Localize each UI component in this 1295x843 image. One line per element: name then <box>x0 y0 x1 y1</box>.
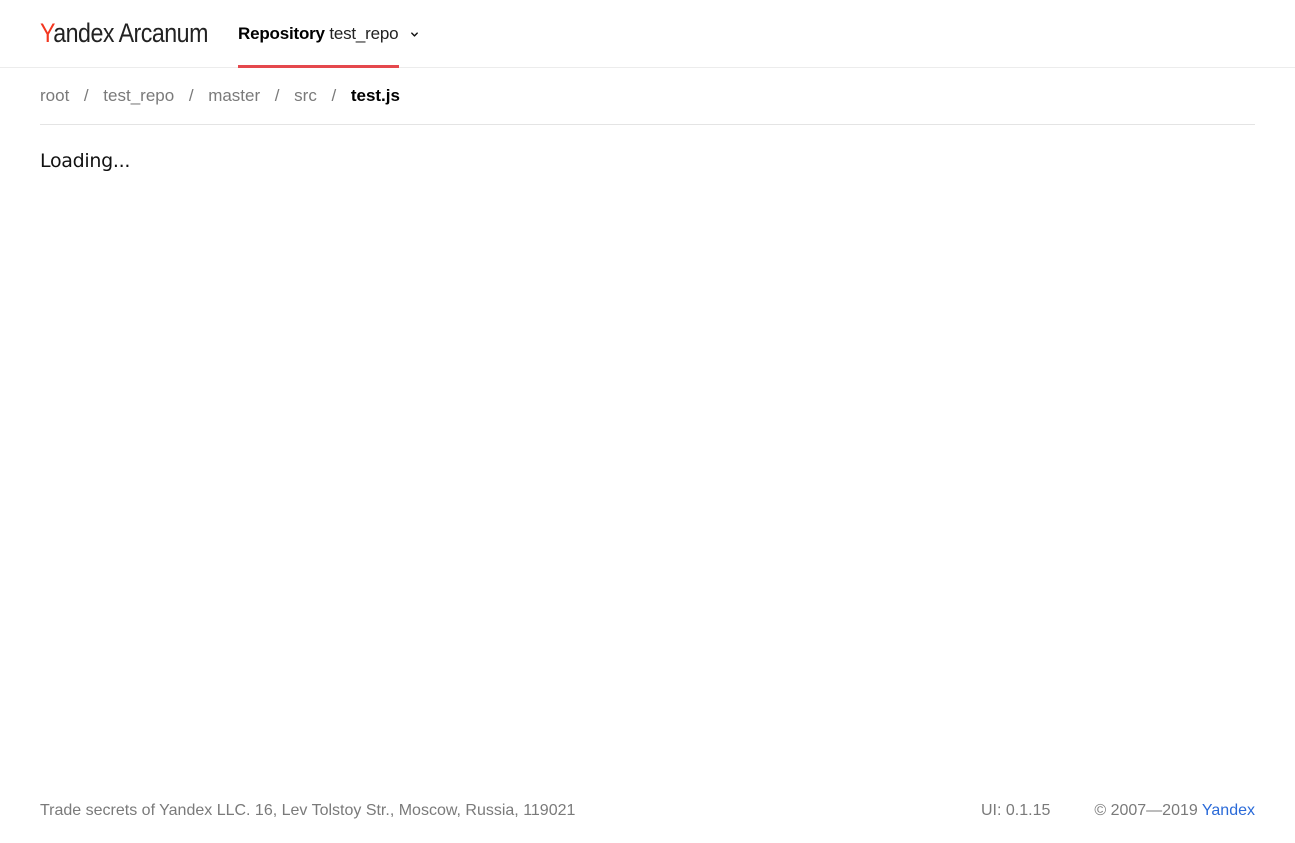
breadcrumb-item-test-repo[interactable]: test_repo <box>103 86 174 105</box>
repository-selector-text: Repository test_repo <box>238 23 399 45</box>
breadcrumb-separator: / <box>274 86 280 105</box>
repository-value: test_repo <box>329 24 399 43</box>
copyright-text: © 2007—2019 <box>1094 802 1198 819</box>
breadcrumb-item-src[interactable]: src <box>294 86 317 105</box>
active-tab-underline <box>238 65 399 68</box>
breadcrumb-separator: / <box>83 86 89 105</box>
chevron-down-icon <box>411 32 418 37</box>
logo-text: andex Arcanum <box>53 18 208 48</box>
app-header: Yandex Arcanum Repository test_repo <box>0 0 1295 68</box>
logo-letter: Y <box>40 18 54 48</box>
breadcrumb-item-root[interactable]: root <box>40 86 69 105</box>
repository-selector[interactable]: Repository test_repo <box>238 0 421 68</box>
yandex-link[interactable]: Yandex <box>1202 802 1255 819</box>
yandex-arcanum-logo[interactable]: Yandex Arcanum <box>40 17 208 49</box>
footer-legal-text: Trade secrets of Yandex LLC. 16, Lev Tol… <box>40 802 576 819</box>
breadcrumb-separator: / <box>188 86 194 105</box>
footer-copyright: © 2007—2019 Yandex <box>1094 801 1255 821</box>
breadcrumb-item-current-file: test.js <box>350 86 400 105</box>
footer-version: UI: 0.1.15 <box>981 802 1051 819</box>
repository-label: Repository <box>238 24 325 43</box>
breadcrumb-separator: / <box>331 86 337 105</box>
breadcrumb-divider <box>40 124 1255 125</box>
loading-status: Loading... <box>40 150 131 172</box>
breadcrumb-item-master[interactable]: master <box>208 86 260 105</box>
breadcrumb: root / test_repo / master / src / test.js <box>40 85 400 109</box>
